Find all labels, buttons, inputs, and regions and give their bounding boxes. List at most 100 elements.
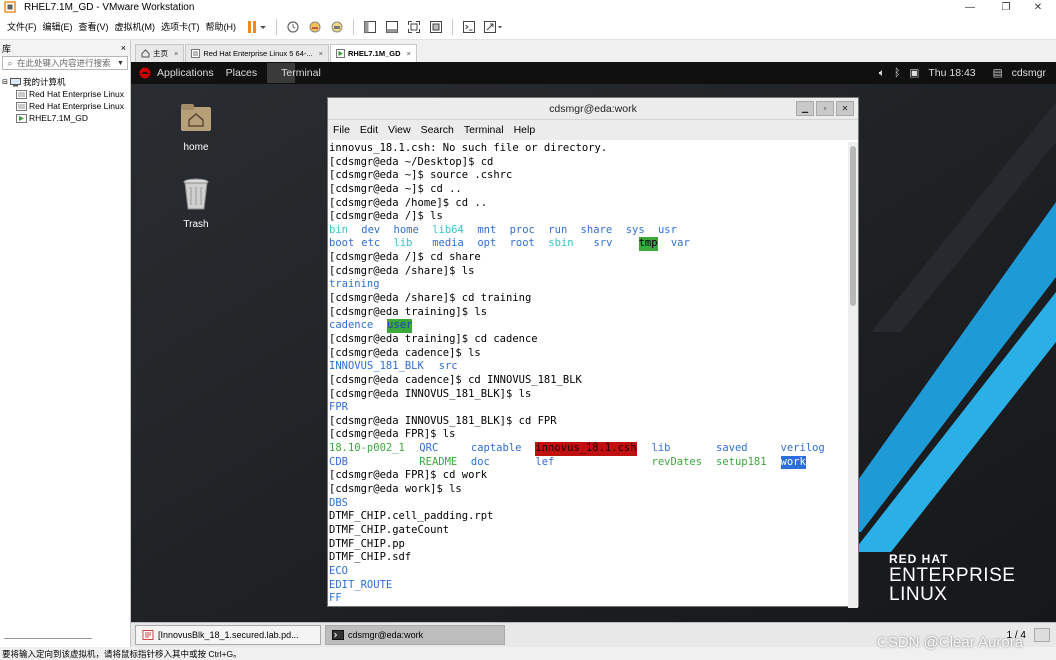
terminal-text: [cdsmgr@eda ~]$ cd .. [329, 182, 462, 195]
terminal-text: [cdsmgr@eda FPR]$ cd work [329, 469, 488, 482]
terminal-text: [cdsmgr@eda training]$ ls [329, 305, 488, 318]
close-icon[interactable]: ✕ [836, 101, 854, 116]
terminal-line: cadence user [329, 319, 850, 333]
terminal-scrollbar[interactable] [848, 142, 858, 608]
terminal-text: [cdsmgr@eda cadence]$ cd INNOVUS_181_BLK [329, 373, 582, 386]
tab-label: RHEL7.1M_GD [348, 49, 401, 58]
taskbar-item-terminal[interactable]: cdsmgr@eda:work [325, 625, 505, 645]
terminal-text: share [580, 223, 613, 236]
menu-vm[interactable]: 虚拟机(M) [112, 20, 159, 33]
terminal-text: lib [393, 237, 413, 250]
tree-item-my-computer[interactable]: ⊟ 我的计算机 [0, 76, 130, 88]
revert-snapshot-icon[interactable] [306, 18, 324, 36]
places-menu[interactable]: Places [222, 67, 262, 79]
terminal-menu-terminal[interactable]: Terminal [459, 124, 509, 136]
library-panel: 库 × ⌕ 在此处键入内容进行搜索 ▼ ⊟ 我的计算机 Red Hat Ente… [0, 40, 131, 647]
thumbnail-bar-icon[interactable] [383, 18, 401, 36]
guest-screen[interactable]: Applications Places Terminal 🔈︎ ᛒ ▣ Thu … [131, 62, 1056, 622]
library-search-placeholder[interactable]: 在此处键入内容进行搜索 [17, 57, 111, 69]
terminal-line: INNOVUS_181_BLK src [329, 360, 850, 374]
snapshot-icon[interactable] [284, 18, 302, 36]
terminal-line: [cdsmgr@eda /home]$ cd .. [329, 197, 850, 211]
stretch-view-icon[interactable] [482, 18, 506, 36]
library-close-icon[interactable]: × [121, 43, 126, 53]
terminal-line: [cdsmgr@eda /share]$ cd training [329, 292, 850, 306]
tab-home[interactable]: 主页 × [135, 44, 185, 62]
terminal-text: 18.10-p002_1 [329, 442, 405, 455]
library-scrollbar[interactable] [4, 638, 92, 639]
console-view-icon[interactable] [460, 18, 478, 36]
terminal-menu-search[interactable]: Search [416, 124, 459, 136]
terminal-output[interactable]: innovus_18.1.csh: No such file or direct… [328, 142, 850, 608]
terminal-text: doc [470, 455, 490, 468]
terminal-text: saved [716, 442, 748, 455]
tree-item-vm[interactable]: Red Hat Enterprise Linux [0, 100, 130, 112]
user-icon[interactable]: ▤ [993, 67, 1003, 79]
terminal-icon [332, 630, 344, 640]
applications-menu[interactable]: Applications [135, 67, 218, 79]
terminal-menu-edit[interactable]: Edit [355, 124, 383, 136]
minimize-icon[interactable]: — [952, 0, 988, 14]
chevron-down-icon[interactable]: ▼ [117, 60, 127, 67]
terminal-text: run [548, 223, 568, 236]
toolbar-separator [452, 18, 453, 35]
restore-icon[interactable]: ❐ [988, 0, 1024, 14]
terminal-text: sbin [548, 237, 574, 250]
terminal-text: QRC [419, 442, 439, 455]
menu-help[interactable]: 帮助(H) [203, 20, 240, 33]
terminal-menu-view[interactable]: View [383, 124, 416, 136]
menu-tabs[interactable]: 选项卡(T) [158, 20, 203, 33]
terminal-line: [cdsmgr@eda ~]$ cd .. [329, 183, 850, 197]
network-icon[interactable]: ▣ [909, 67, 919, 79]
menu-view[interactable]: 查看(V) [76, 20, 112, 33]
desktop-home-folder[interactable]: home [166, 100, 226, 153]
workspace-switcher-icon[interactable] [1034, 628, 1050, 642]
vmware-app-icon [4, 1, 16, 13]
tab-close-icon[interactable]: × [407, 49, 411, 58]
show-library-icon[interactable] [361, 18, 379, 36]
tab-close-icon[interactable]: × [319, 49, 323, 58]
desktop-trash[interactable]: Trash [166, 177, 226, 230]
close-icon[interactable]: ✕ [1020, 0, 1056, 14]
taskbar-item-pdf[interactable]: [InnovusBlk_18_1.secured.lab.pd... [135, 625, 321, 645]
terminal-line: DTMF_CHIP.cell_padding.rpt [329, 510, 850, 524]
minimize-icon[interactable]: ▁ [796, 101, 814, 116]
tree-item-label: Red Hat Enterprise Linux [29, 101, 124, 111]
user-menu[interactable]: cdsmgr [1012, 67, 1046, 79]
unity-icon[interactable] [427, 18, 445, 36]
maximize-icon[interactable]: ▫ [816, 101, 834, 116]
terminal-menu-help[interactable]: Help [509, 124, 541, 136]
taskbar-item-label: cdsmgr@eda:work [348, 630, 424, 640]
library-search-field[interactable]: ⌕ 在此处键入内容进行搜索 ▼ [2, 56, 128, 70]
search-icon: ⌕ [7, 57, 13, 68]
terminal-line: DTMF_CHIP.pp [329, 538, 850, 552]
scrollbar-thumb[interactable] [850, 146, 856, 306]
collapse-icon[interactable]: ⊟ [0, 78, 10, 86]
menu-edit[interactable]: 编辑(E) [40, 20, 76, 33]
terminal-app-menu[interactable]: Terminal [277, 67, 325, 79]
terminal-titlebar[interactable]: cdsmgr@eda:work ▁ ▫ ✕ [328, 98, 858, 120]
terminal-menu-file[interactable]: File [328, 124, 355, 136]
terminal-text: [cdsmgr@eda FPR]$ ls [329, 428, 456, 441]
watermark: CSDN @Clear Aurora [877, 634, 1024, 651]
menubar: 文件(F) 编辑(E) 查看(V) 虚拟机(M) 选项卡(T) 帮助(H) [0, 14, 1056, 40]
menu-file[interactable]: 文件(F) [4, 20, 40, 33]
tree-item-vm-running[interactable]: RHEL7.1M_GD [0, 112, 130, 124]
tab-close-icon[interactable]: × [174, 49, 178, 58]
tab-rhel5[interactable]: Red Hat Enterprise Linux 5 64-... × [185, 44, 330, 62]
terminal-text: user [387, 319, 413, 333]
terminal-text: lib64 [432, 223, 464, 236]
volume-icon[interactable]: 🔈︎ [879, 67, 885, 80]
clock[interactable]: Thu 18:43 [928, 67, 975, 79]
terminal-line: FPR [329, 401, 850, 415]
suspend-icon[interactable] [245, 18, 269, 36]
tree-item-vm[interactable]: Red Hat Enterprise Linux [0, 88, 130, 100]
terminal-window[interactable]: cdsmgr@eda:work ▁ ▫ ✕ File Edit View Sea… [327, 97, 859, 608]
home-icon [141, 49, 150, 58]
snapshot-manager-icon[interactable] [328, 18, 346, 36]
fullscreen-icon[interactable] [405, 18, 423, 36]
terminal-text: work [780, 455, 806, 470]
terminal-text: verilog [780, 442, 825, 455]
tab-rhel71[interactable]: RHEL7.1M_GD × [330, 44, 417, 62]
bluetooth-icon[interactable]: ᛒ [894, 67, 900, 79]
